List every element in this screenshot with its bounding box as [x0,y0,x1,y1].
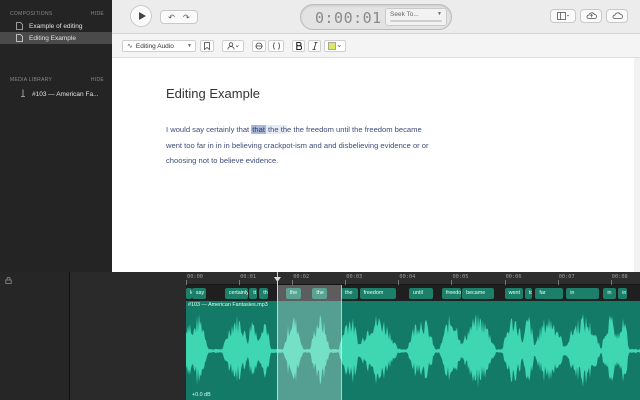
ruler-tick-label: 00:00 [187,274,203,280]
bookmark-button[interactable] [200,40,214,52]
timeline-gutter [70,272,186,400]
word-block[interactable]: the [341,288,359,299]
layout-toggle-button[interactable] [550,9,576,23]
waveform-icon: ∿ [127,43,133,50]
highlight-button[interactable] [324,40,346,52]
italic-button[interactable] [308,40,321,52]
word-block[interactable]: to [524,288,533,299]
chevron-down-icon: ▼ [187,43,192,49]
word-block[interactable]: in [566,288,600,299]
undo-redo-group: ↶ ↷ [160,10,198,24]
media-library-header-label: MEDIA LIBRARY [10,77,53,83]
transcript-selection[interactable]: that [251,125,266,134]
clip-label: #103 — American Fantasies.mp3 [188,302,268,308]
bold-button[interactable] [292,40,305,52]
media-library-header: MEDIA LIBRARY HIDE [0,74,112,86]
seek-to-menu[interactable]: Seek To... ▼ [385,8,447,26]
composition-item[interactable]: Example of editing [0,20,112,32]
top-toolbar: ↶ ↷ 0:00:01 72 Seek To... ▼ [112,0,640,34]
seek-bar[interactable] [390,20,442,22]
ruler-tick-label: 00:06 [505,274,522,280]
media-library-hide-button[interactable]: HIDE [91,77,104,83]
word-block[interactable]: freedom [441,288,462,299]
brackets-button[interactable] [268,40,284,52]
audio-clip[interactable]: #103 — American Fantasies.mp3 +0.0 dB [186,301,640,400]
time-ruler[interactable]: 00:00 00:01 00:02 00:03 00:04 00:05 00:06 00:07… [186,272,640,285]
word-block[interactable]: until [409,288,433,299]
compositions-header-label: COMPOSITIONS [10,11,53,17]
word-track[interactable]: lesaycertainlyttththethethefreedomuntilf… [186,285,640,301]
highlight-color-icon [328,42,341,50]
transcript-text[interactable]: I would say certainly that that the the … [166,122,436,169]
word-block[interactable]: in [603,288,617,299]
undo-icon[interactable]: ↶ [164,13,179,22]
cloud-upload-icon [586,12,597,19]
gain-label[interactable]: +0.0 dB [192,392,211,398]
ruler-tick-label: 00:05 [452,274,469,280]
cloud-button[interactable] [606,9,628,23]
play-icon [138,12,146,20]
media-item-label: #103 — American Fa... [32,90,99,98]
strikethrough-icon [255,42,263,50]
compositions-hide-button[interactable]: HIDE [91,11,104,17]
transcript-segment-highlighted: the th [265,125,288,134]
audio-file-icon [21,89,25,97]
document-icon [16,22,23,30]
word-block[interactable]: th [259,288,269,299]
share-button[interactable] [580,9,602,23]
compositions-header: COMPOSITIONS HIDE [0,8,112,20]
strikethrough-button[interactable] [252,40,266,52]
ruler-tick-label: 00:08 [611,274,628,280]
audio-waveform [186,313,640,389]
composition-item-label: Editing Example [29,34,76,42]
composition-item-selected[interactable]: Editing Example [0,32,112,44]
bookmark-icon [204,42,210,50]
word-block[interactable]: tt [249,288,257,299]
ruler-tick-label: 00:01 [240,274,257,280]
word-block[interactable]: became [462,288,494,299]
word-block[interactable]: in [618,288,627,299]
document-icon [16,34,23,42]
speaker-select-label: Editing Audio [135,42,174,50]
chevron-down-icon: ▼ [437,11,442,17]
document-scrollbar[interactable] [634,58,640,272]
transport-display: 0:00:01 72 Seek To... ▼ [300,4,452,30]
ruler-tick-label: 00:07 [558,274,575,280]
redo-icon[interactable]: ↷ [179,13,194,22]
bold-icon [295,42,302,50]
ruler-tick-label: 00:02 [293,274,310,280]
person-icon [227,42,239,50]
word-block[interactable]: freedom [359,288,396,299]
ruler-tick-label: 00:03 [346,274,363,280]
transcript-segment: I would say certainly that [166,125,252,134]
timecode: 0:00:01 [315,9,382,27]
composition-item-label: Example of editing [29,22,83,30]
track-header-panel [0,272,70,400]
media-item[interactable]: #103 — American Fa... [0,86,112,102]
brackets-icon [272,42,280,50]
word-block[interactable]: certainly [224,288,249,299]
play-button[interactable] [130,5,152,27]
timeline[interactable]: 00:00 00:01 00:02 00:03 00:04 00:05 00:06 00:07… [0,272,640,400]
document-title[interactable]: Editing Example [166,86,260,101]
sidebar-layout-icon [557,12,569,20]
speaker-select[interactable]: ∿ Editing Audio ▼ [122,40,196,52]
seek-to-label: Seek To... [390,11,419,18]
speaker-button[interactable] [222,40,244,52]
cloud-icon [612,12,623,19]
word-block[interactable]: went [504,288,523,299]
ruler-tick-label: 00:04 [399,274,416,280]
word-block[interactable]: far [535,288,563,299]
italic-icon [312,42,317,50]
format-bar: ∿ Editing Audio ▼ [112,34,640,58]
lock-icon[interactable] [5,277,12,284]
word-block[interactable]: say [191,288,207,299]
sidebar: COMPOSITIONS HIDE Example of editing Edi… [0,0,112,272]
time-selection[interactable] [277,285,342,400]
playhead-handle-icon[interactable] [273,276,282,285]
playhead-line[interactable] [277,272,279,400]
document-editor[interactable]: Editing Example I would say certainly th… [112,58,640,272]
